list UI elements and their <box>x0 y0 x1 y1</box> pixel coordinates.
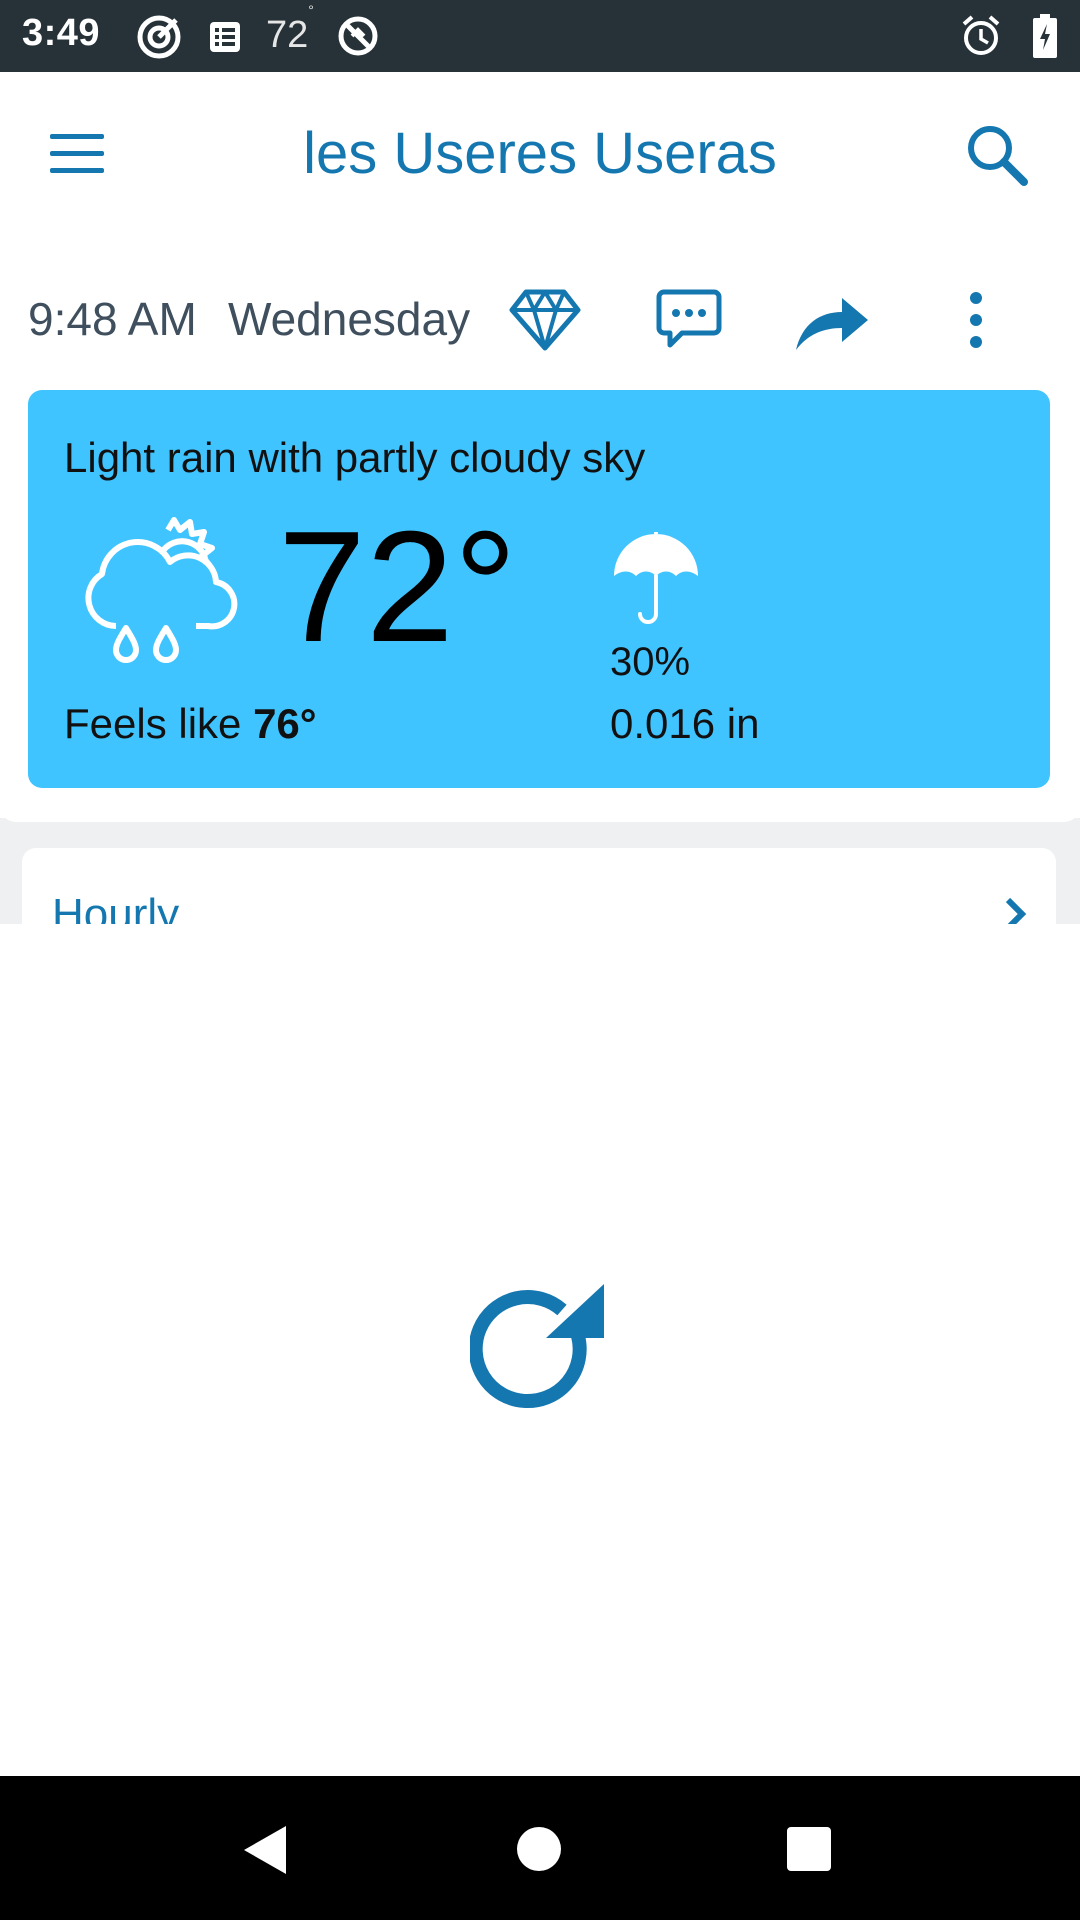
condition-text: Light rain with partly cloudy sky <box>64 434 646 481</box>
chat-button[interactable] <box>656 288 722 357</box>
back-button[interactable] <box>240 1824 288 1881</box>
share-button[interactable] <box>792 290 870 359</box>
back-icon <box>244 1826 286 1874</box>
current-conditions-card[interactable]: Light rain with partly cloudy sky 72° Fe… <box>28 390 1050 788</box>
refresh-icon <box>468 1284 604 1409</box>
status-time: 3:49 <box>22 12 101 54</box>
battery-charging-icon <box>1032 14 1058 63</box>
app-header: les Useres Useras <box>0 72 1080 236</box>
status-bar: 3:49 72° <box>0 0 1080 72</box>
more-options-button[interactable] <box>956 290 996 359</box>
hourly-card[interactable]: Hourly <box>22 848 1056 924</box>
system-navigation-bar <box>0 1776 1080 1920</box>
list-icon <box>208 20 242 59</box>
precip-amount: 0.016 in <box>610 700 760 747</box>
search-button[interactable] <box>962 120 1032 190</box>
home-icon <box>517 1827 561 1871</box>
diamond-icon <box>509 289 581 351</box>
hourly-label: Hourly <box>52 890 180 924</box>
target-icon <box>136 14 182 65</box>
chevron-right-icon <box>1002 896 1028 924</box>
alarm-icon <box>960 14 1002 63</box>
current-time: 9:48 AM <box>28 293 197 345</box>
no-sync-icon <box>336 14 380 63</box>
share-icon <box>796 298 868 350</box>
more-vert-icon <box>970 292 982 348</box>
recents-icon <box>787 1827 831 1871</box>
current-temperature: 72° <box>278 499 517 675</box>
feels-like: Feels like 76° <box>64 700 317 747</box>
page-title: les Useres Useras <box>303 121 777 186</box>
premium-button[interactable] <box>508 288 582 357</box>
status-temperature: 72° <box>266 2 314 56</box>
top-panel-edge <box>0 790 1080 822</box>
precip-chance: 30% <box>610 640 691 684</box>
chat-icon <box>656 289 722 348</box>
date-action-row: 9:48 AM Wednesday <box>0 280 1080 360</box>
recents-button[interactable] <box>786 1826 832 1877</box>
umbrella-icon <box>610 530 702 633</box>
home-button[interactable] <box>516 1826 562 1877</box>
search-icon <box>968 126 1028 186</box>
rain-cloud-sun-icon <box>76 502 246 677</box>
current-day: Wednesday <box>228 293 471 345</box>
refresh-button[interactable] <box>468 1280 610 1420</box>
